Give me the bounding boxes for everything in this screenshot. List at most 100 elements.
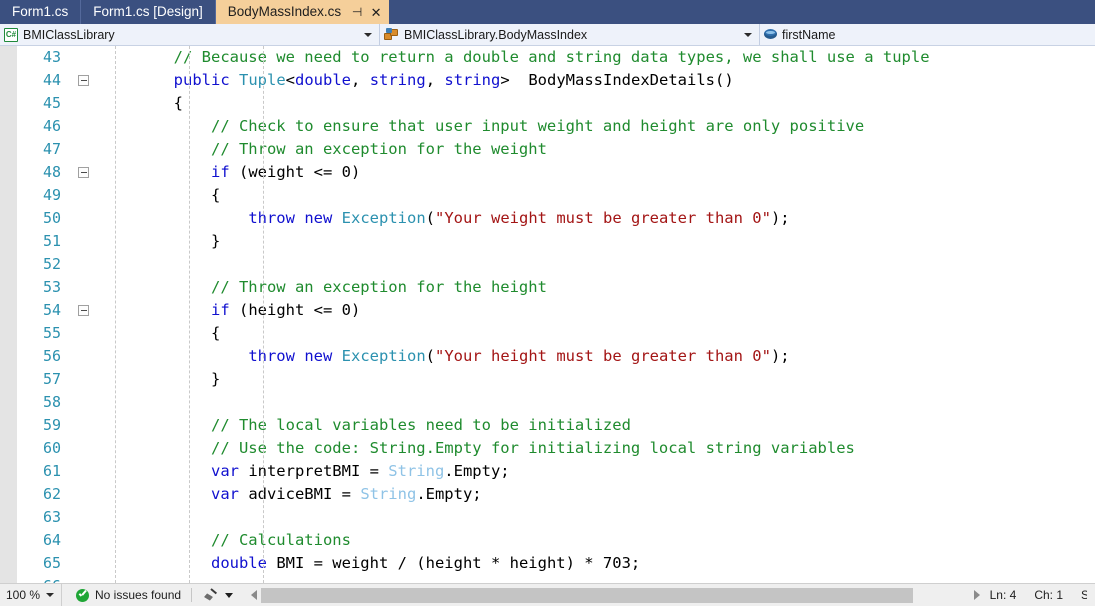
- code-token: (height <= 0): [229, 301, 361, 319]
- scroll-right-icon[interactable]: [973, 590, 980, 600]
- line-number-label: Ln: 4: [989, 588, 1017, 602]
- code-token: // Check to ensure that user input weigh…: [210, 117, 865, 135]
- code-line[interactable]: 51 }: [17, 230, 1095, 253]
- code-token: );: [770, 347, 790, 365]
- code-line[interactable]: 61 var interpretBMI = String.Empty;: [17, 460, 1095, 483]
- code-line[interactable]: 60 // Use the code: String.Empty for ini…: [17, 437, 1095, 460]
- code-line[interactable]: 54 if (height <= 0): [17, 299, 1095, 322]
- pin-icon[interactable]: ⊣: [350, 3, 364, 21]
- code-text[interactable]: }: [94, 368, 1095, 391]
- code-text[interactable]: // Because we need to return a double an…: [94, 46, 1095, 69]
- line-number: 56: [42, 347, 61, 365]
- code-token: string: [369, 71, 426, 89]
- code-surface[interactable]: 43 // Because we need to return a double…: [17, 46, 1095, 583]
- code-line[interactable]: 62 var adviceBMI = String.Empty;: [17, 483, 1095, 506]
- code-line[interactable]: 56 throw new Exception("Your height must…: [17, 345, 1095, 368]
- code-text[interactable]: }: [94, 230, 1095, 253]
- status-bar: 100 % No issues found Ln: 4 Ch: 1 S: [0, 583, 1095, 606]
- code-cleanup-button[interactable]: [192, 584, 245, 606]
- chevron-down-icon[interactable]: [364, 32, 372, 37]
- horizontal-scrollbar[interactable]: [245, 584, 990, 606]
- code-text[interactable]: // Check to ensure that user input weigh…: [94, 115, 1095, 138]
- code-token: throw: [248, 209, 295, 227]
- tab-bar-empty-area: [389, 0, 1095, 24]
- scroll-left-icon[interactable]: [251, 590, 258, 600]
- code-text[interactable]: {: [94, 92, 1095, 115]
- code-token: public: [173, 71, 230, 89]
- code-text[interactable]: throw new Exception("Your height must be…: [94, 345, 1095, 368]
- close-icon[interactable]: ✕: [369, 3, 383, 21]
- code-token: new: [304, 347, 333, 365]
- collapse-icon[interactable]: [78, 75, 89, 86]
- chevron-down-icon[interactable]: [46, 593, 54, 597]
- tab-label: BodyMassIndex.cs: [227, 4, 342, 19]
- code-token: new: [304, 209, 333, 227]
- code-line[interactable]: 57 }: [17, 368, 1095, 391]
- code-line[interactable]: 43 // Because we need to return a double…: [17, 46, 1095, 69]
- code-line[interactable]: 47 // Throw an exception for the weight: [17, 138, 1095, 161]
- line-number: 64: [42, 531, 61, 549]
- code-token: interpretBMI =: [238, 462, 389, 480]
- code-text[interactable]: double BMI = weight / (height * height) …: [94, 552, 1095, 575]
- issues-status-label: No issues found: [95, 588, 182, 602]
- code-line[interactable]: 66: [17, 575, 1095, 583]
- code-line[interactable]: 64 // Calculations: [17, 529, 1095, 552]
- code-line[interactable]: 45 {: [17, 92, 1095, 115]
- code-line[interactable]: 63: [17, 506, 1095, 529]
- code-text[interactable]: // The local variables need to be initia…: [94, 414, 1095, 437]
- collapse-icon[interactable]: [78, 305, 89, 316]
- line-number: 47: [42, 140, 61, 158]
- field-icon: [764, 28, 777, 41]
- code-text[interactable]: // Calculations: [94, 529, 1095, 552]
- code-text[interactable]: if (height <= 0): [94, 299, 1095, 322]
- tab-bodymassindex-cs[interactable]: BodyMassIndex.cs ⊣ ✕: [215, 0, 390, 24]
- tab-form1-cs[interactable]: Form1.cs: [0, 0, 82, 24]
- scrollbar-track[interactable]: [261, 587, 970, 603]
- code-text[interactable]: {: [94, 322, 1095, 345]
- member-dropdown-label: firstName: [782, 27, 836, 42]
- code-text[interactable]: {: [94, 184, 1095, 207]
- code-line[interactable]: 52: [17, 253, 1095, 276]
- code-line[interactable]: 65 double BMI = weight / (height * heigh…: [17, 552, 1095, 575]
- code-line[interactable]: 53 // Throw an exception for the height: [17, 276, 1095, 299]
- code-text[interactable]: public Tuple<double, string, string> Bod…: [94, 69, 1095, 92]
- code-text[interactable]: var adviceBMI = String.Empty;: [94, 483, 1095, 506]
- tab-form1-cs-design[interactable]: Form1.cs [Design]: [81, 0, 216, 24]
- scrollbar-thumb[interactable]: [261, 587, 913, 603]
- code-line[interactable]: 44 public Tuple<double, string, string> …: [17, 69, 1095, 92]
- chevron-down-icon[interactable]: [744, 32, 752, 37]
- type-dropdown[interactable]: BMIClassLibrary.BodyMassIndex: [380, 24, 760, 45]
- code-line[interactable]: 58: [17, 391, 1095, 414]
- code-token: {: [99, 94, 183, 112]
- code-editor[interactable]: 43 // Because we need to return a double…: [0, 46, 1095, 583]
- zoom-level-selector[interactable]: 100 %: [0, 584, 62, 606]
- collapse-icon[interactable]: [78, 167, 89, 178]
- clipped-status-label: S: [1081, 588, 1087, 602]
- code-line[interactable]: 46 // Check to ensure that user input we…: [17, 115, 1095, 138]
- chevron-down-icon[interactable]: [225, 592, 234, 598]
- code-line[interactable]: 55 {: [17, 322, 1095, 345]
- member-dropdown[interactable]: firstName: [760, 24, 1095, 45]
- code-text[interactable]: // Throw an exception for the height: [94, 276, 1095, 299]
- code-line[interactable]: 59 // The local variables need to be ini…: [17, 414, 1095, 437]
- project-dropdown[interactable]: C# BMIClassLibrary: [0, 24, 380, 45]
- code-text[interactable]: // Throw an exception for the weight: [94, 138, 1095, 161]
- code-token: }: [99, 370, 221, 388]
- code-line[interactable]: 50 throw new Exception("Your weight must…: [17, 207, 1095, 230]
- code-text[interactable]: // Use the code: String.Empty for initia…: [94, 437, 1095, 460]
- issues-status[interactable]: No issues found: [62, 584, 191, 606]
- zoom-level-label: 100 %: [6, 588, 41, 602]
- code-line[interactable]: 49 {: [17, 184, 1095, 207]
- code-text[interactable]: throw new Exception("Your weight must be…: [94, 207, 1095, 230]
- code-text[interactable]: if (weight <= 0): [94, 161, 1095, 184]
- code-text[interactable]: var interpretBMI = String.Empty;: [94, 460, 1095, 483]
- code-line[interactable]: 48 if (weight <= 0): [17, 161, 1095, 184]
